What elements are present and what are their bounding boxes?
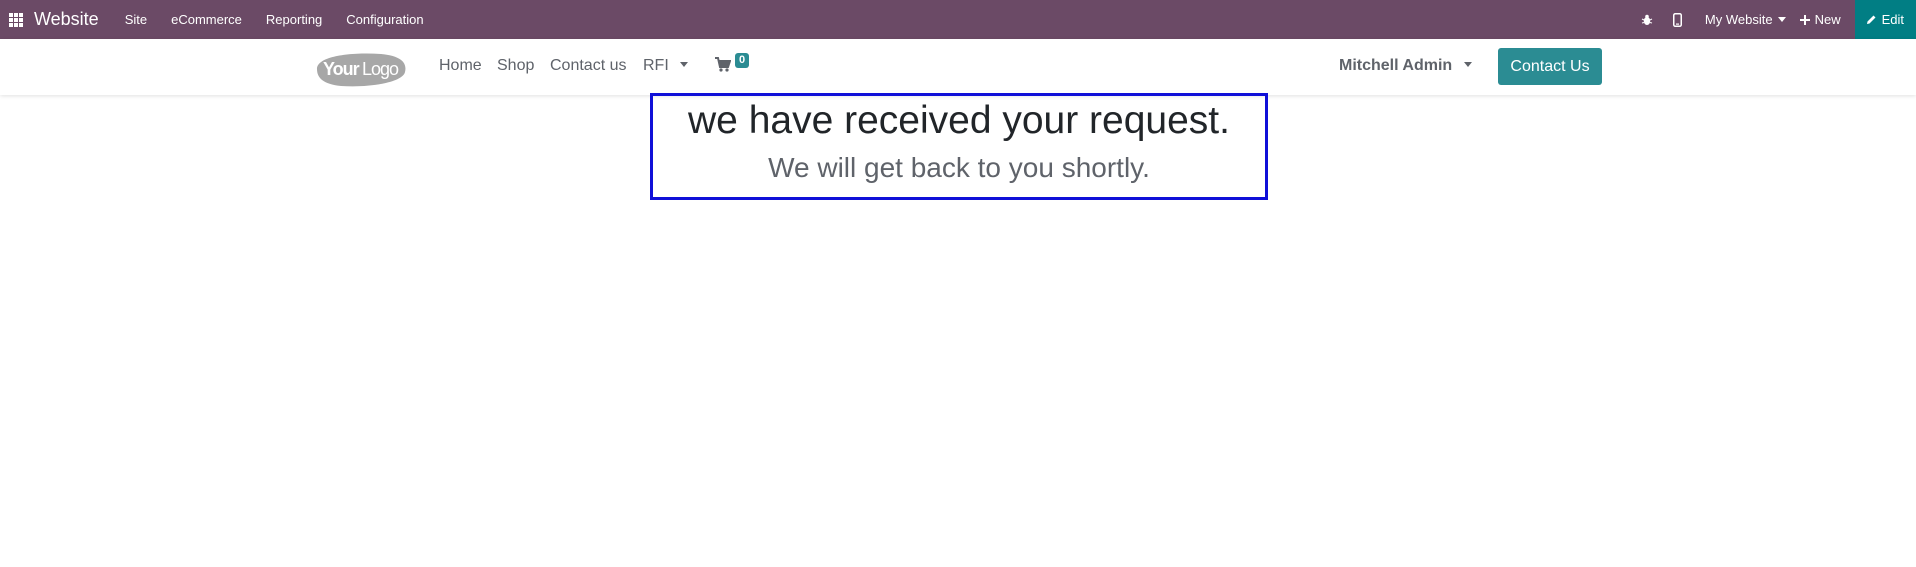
topbar-right: My Website New Edit (1627, 0, 1916, 39)
user-menu[interactable]: Mitchell Admin (1339, 57, 1472, 75)
menu-reporting[interactable]: Reporting (266, 12, 322, 27)
confirmation-title: we have received your request. (688, 99, 1230, 142)
apps-icon[interactable] (9, 12, 23, 27)
admin-topbar: Website Site eCommerce Reporting Configu… (0, 0, 1916, 39)
website-selector-label: My Website (1704, 12, 1773, 27)
new-button[interactable]: New (1799, 12, 1841, 27)
svg-text:Your: Your (323, 59, 360, 79)
website-header: Your Logo Home Shop Contact us RFI 0 Mit… (0, 39, 1916, 95)
menu-configuration[interactable]: Configuration (346, 12, 423, 27)
plus-icon (1799, 14, 1810, 25)
nav-rfi-label: RFI (643, 57, 669, 74)
chevron-down-icon (1463, 62, 1472, 67)
confirmation-message: we have received your request. We will g… (650, 93, 1268, 200)
contact-us-button[interactable]: Contact Us (1498, 48, 1602, 85)
mobile-icon[interactable] (1672, 12, 1682, 27)
bug-icon[interactable] (1641, 14, 1653, 26)
website-selector[interactable]: My Website (1705, 12, 1786, 27)
nav-contact-us[interactable]: Contact us (550, 57, 626, 75)
menu-ecommerce[interactable]: eCommerce (171, 12, 242, 27)
confirmation-subtitle: We will get back to you shortly. (768, 152, 1150, 183)
cart-icon[interactable] (715, 57, 732, 77)
nav-shop[interactable]: Shop (497, 57, 534, 75)
site-logo[interactable]: Your Logo (311, 50, 407, 88)
pencil-icon (1866, 15, 1876, 24)
nav-home[interactable]: Home (439, 57, 482, 75)
app-brand[interactable]: Website (34, 9, 99, 30)
chevron-down-icon (680, 62, 689, 67)
svg-text:Logo: Logo (362, 59, 399, 79)
chevron-down-icon (1777, 17, 1786, 22)
menu-site[interactable]: Site (125, 12, 147, 27)
edit-button-label: Edit (1881, 12, 1904, 27)
new-button-label: New (1814, 12, 1841, 27)
user-name: Mitchell Admin (1339, 57, 1453, 74)
cart-count-badge: 0 (735, 53, 750, 68)
edit-button[interactable]: Edit (1854, 0, 1916, 39)
nav-rfi[interactable]: RFI (643, 57, 689, 75)
